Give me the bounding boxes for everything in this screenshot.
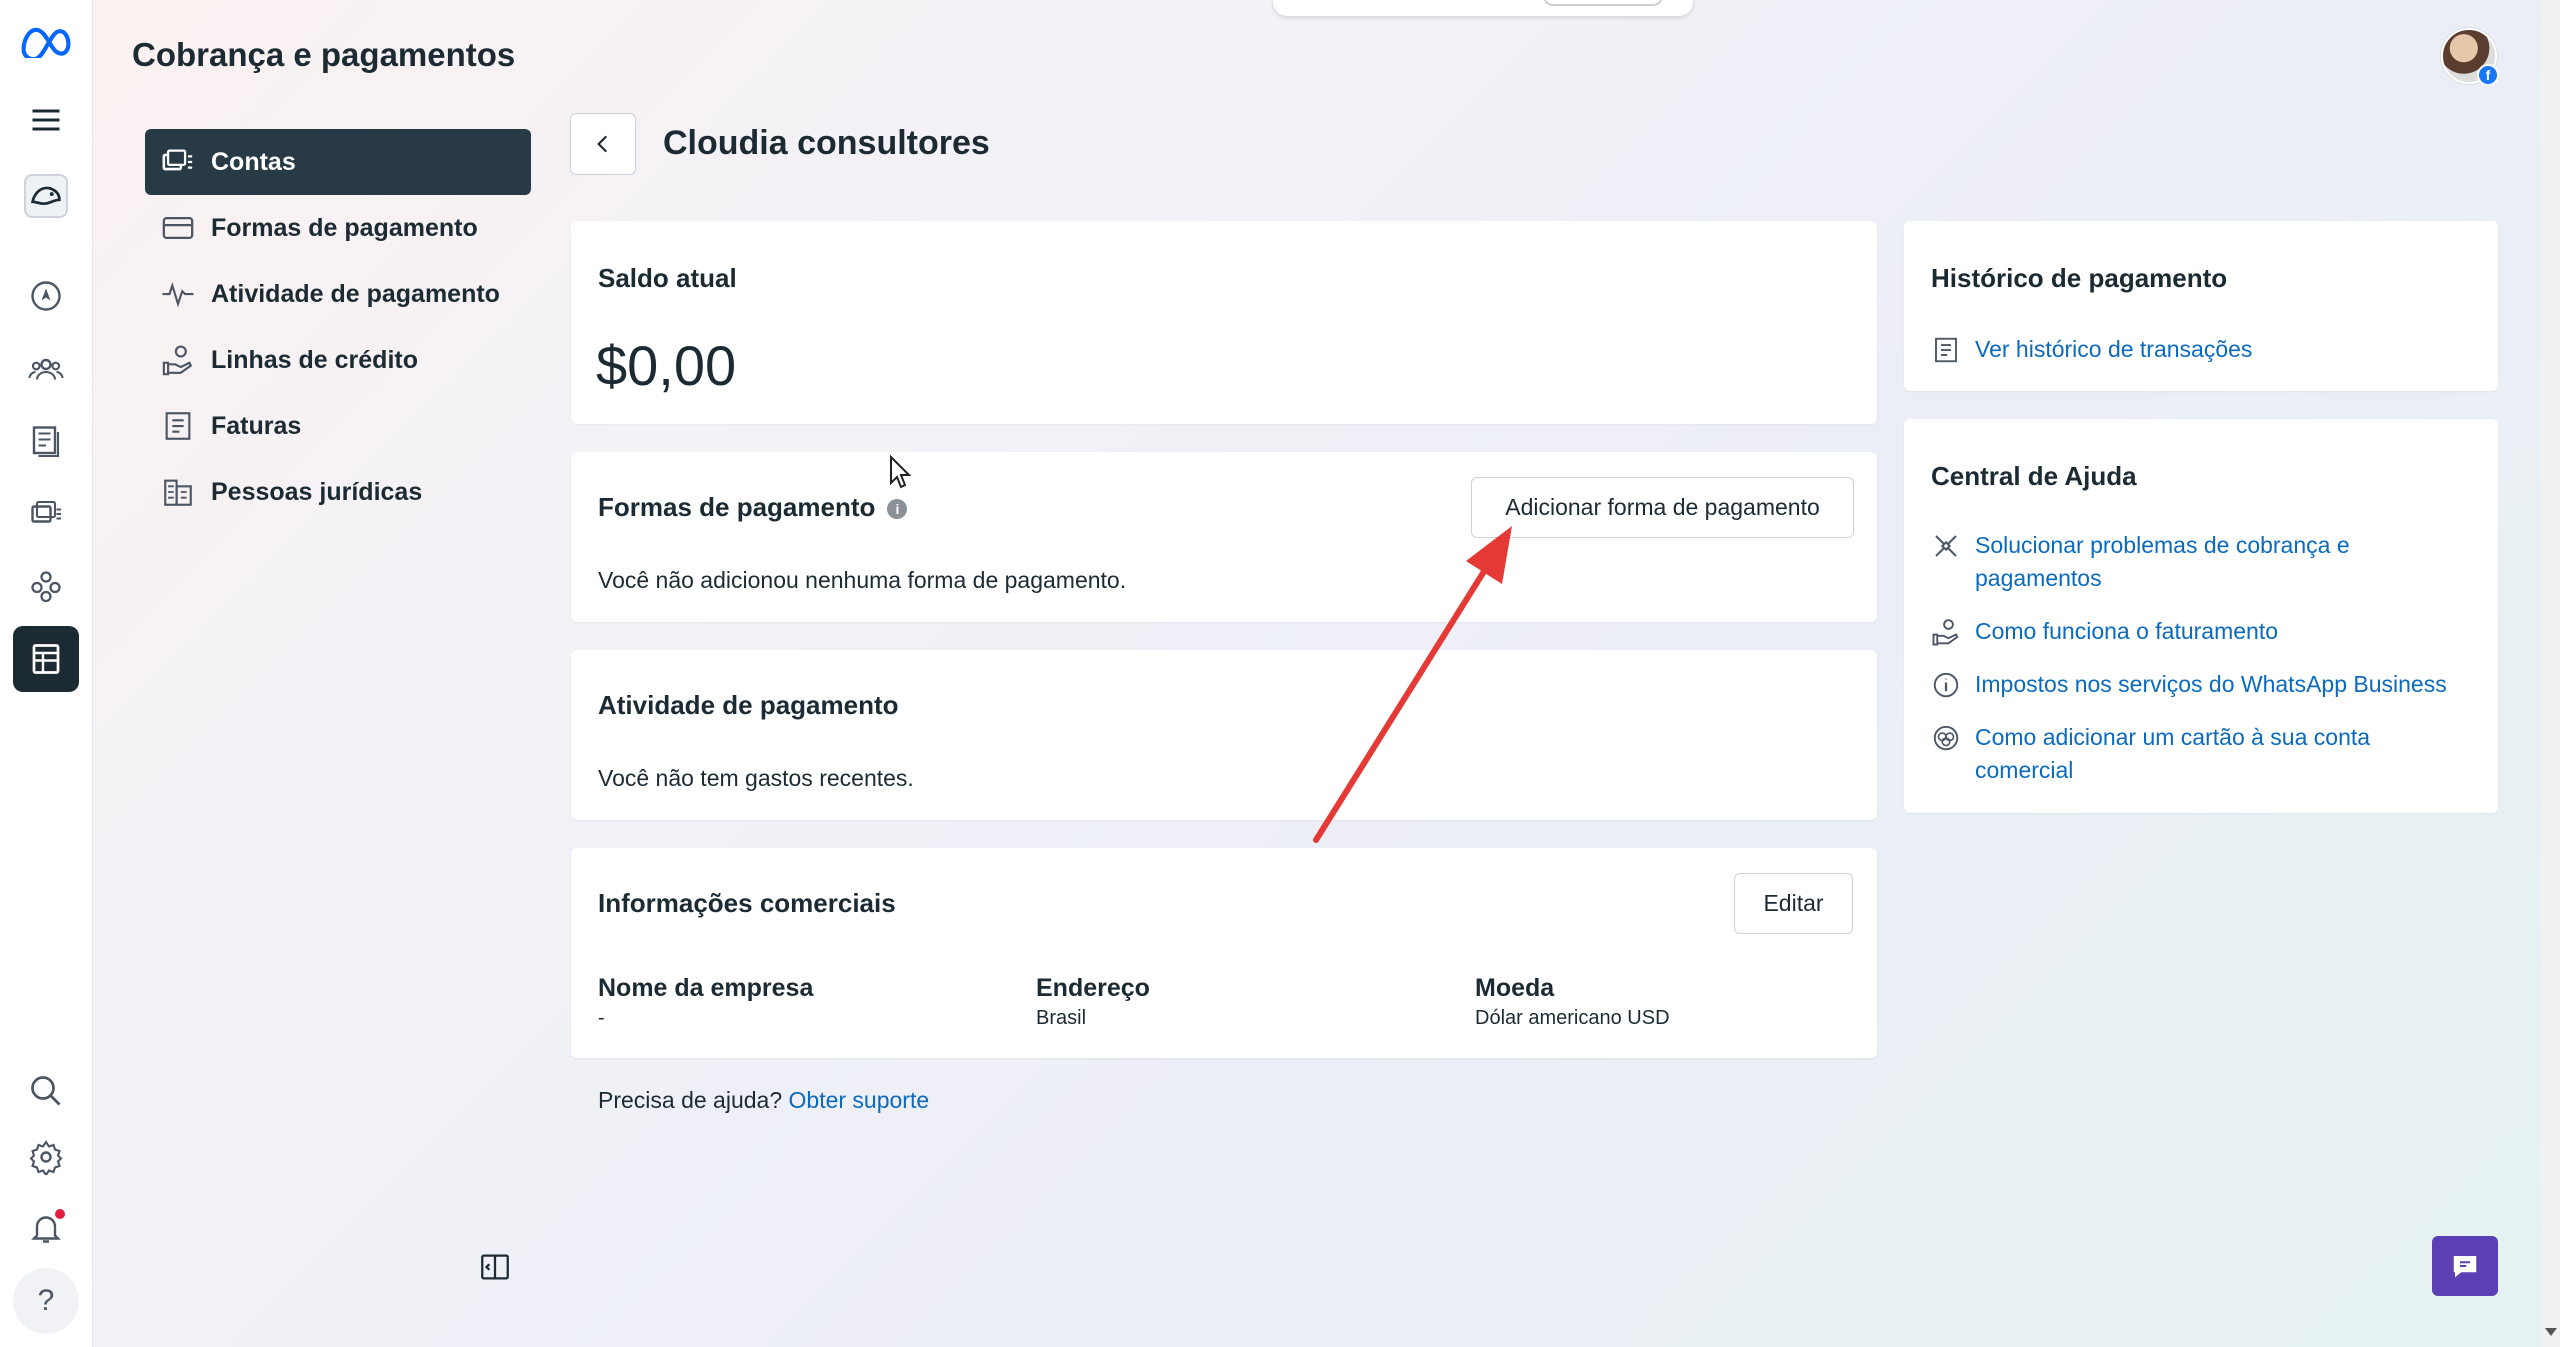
card-icon (162, 216, 194, 240)
subnav-label: Linhas de crédito (211, 345, 418, 374)
scroll-down-arrow-icon[interactable] (2545, 1328, 2557, 1336)
activity-icon (162, 282, 194, 308)
subnav-label: Contas (211, 147, 296, 176)
subnav-label: Faturas (211, 411, 302, 440)
menu-icon[interactable] (13, 87, 79, 153)
user-avatar[interactable]: f (2441, 28, 2499, 86)
business-field-address: Endereço Brasil (1036, 974, 1150, 1030)
search-icon[interactable] (13, 1058, 79, 1124)
compass-icon[interactable] (13, 263, 79, 329)
billing-subnav: Contas Formas de pagamento Atividade de … (145, 129, 531, 525)
business-info-title: Informações comerciais (598, 888, 896, 918)
receipt-icon (1935, 337, 1957, 363)
field-label: Moeda (1475, 974, 1555, 1002)
subnav-label: Formas de pagamento (211, 213, 478, 242)
payment-activity-title: Atividade de pagamento (598, 690, 899, 720)
help-links-list: Solucionar problemas de cobrança e pagam… (1931, 529, 2471, 787)
billing-icon[interactable] (13, 626, 79, 692)
support-link[interactable]: Obter suporte (789, 1087, 930, 1113)
balance-amount: $0,00 (596, 334, 737, 397)
payment-history-card: Histórico de pagamento Ver histórico de … (1904, 221, 2498, 391)
payment-activity-empty-text: Você não tem gastos recentes. (598, 765, 914, 791)
field-label: Nome da empresa (598, 974, 814, 1002)
brand-avatar-icon[interactable] (13, 163, 79, 229)
help-center-title: Central de Ajuda (1931, 461, 2137, 491)
subnav-item-pessoas-juridicas[interactable]: Pessoas jurídicas (145, 459, 531, 525)
credit-line-icon (162, 345, 193, 376)
card-circle-icon (1933, 725, 1959, 751)
building-icon (164, 479, 192, 506)
field-value: Brasil (1036, 1007, 1087, 1029)
help-link-label[interactable]: Impostos nos serviços do WhatsApp Busine… (1975, 668, 2447, 701)
chat-support-button[interactable] (2432, 1236, 2498, 1296)
subnav-item-faturas[interactable]: Faturas (145, 393, 531, 459)
notifications-icon[interactable] (13, 1195, 79, 1261)
help-link-label[interactable]: Como adicionar um cartão à sua conta com… (1975, 721, 2471, 787)
payment-history-title: Histórico de pagamento (1931, 263, 2228, 293)
add-payment-method-button[interactable]: Adicionar forma de pagamento (1471, 477, 1854, 538)
settings-icon[interactable] (13, 1124, 79, 1190)
subnav-item-linhas-credito[interactable]: Linhas de crédito (145, 327, 531, 393)
payment-methods-title-row: Formas de pagamento i (598, 492, 908, 523)
support-line: Precisa de ajuda? Obter suporte (598, 1087, 929, 1114)
pages-icon[interactable] (13, 408, 79, 474)
edit-button[interactable]: Editar (1734, 873, 1853, 934)
transaction-history-link[interactable]: Ver histórico de transações (1975, 333, 2252, 366)
facebook-badge-icon: f (2477, 64, 2499, 86)
info-icon[interactable]: i (887, 499, 908, 520)
chevron-left-icon (597, 135, 608, 153)
help-icon[interactable]: ? (13, 1268, 79, 1334)
transaction-history-link-row[interactable]: Ver histórico de transações (1931, 333, 2252, 366)
help-link-add-card[interactable]: Como adicionar um cartão à sua conta com… (1931, 721, 2471, 787)
help-link-billing[interactable]: Como funciona o faturamento (1931, 615, 2471, 648)
subnav-label: Atividade de pagamento (211, 279, 500, 308)
accounts-icon (162, 149, 193, 171)
field-value: - (598, 1007, 605, 1029)
help-link-label[interactable]: Solucionar problemas de cobrança e pagam… (1975, 529, 2471, 595)
payment-methods-empty-text: Você não adicionou nenhuma forma de paga… (598, 567, 1127, 593)
payment-methods-card: Formas de pagamento i Adicionar forma de … (571, 452, 1877, 622)
integrations-icon[interactable] (13, 553, 79, 619)
help-link-taxes[interactable]: Impostos nos serviços do WhatsApp Busine… (1931, 668, 2471, 701)
notification-badge (55, 1209, 65, 1219)
payment-activity-card: Atividade de pagamento Você não tem gast… (571, 650, 1877, 820)
help-link-label[interactable]: Como funciona o faturamento (1975, 615, 2278, 648)
page-scrollbar[interactable] (2541, 0, 2560, 1347)
business-info-card: Informações comerciais Editar Nome da em… (571, 848, 1877, 1058)
back-button[interactable] (570, 113, 636, 175)
field-value: Dólar americano USD (1475, 1007, 1670, 1029)
billing-hand-icon (1932, 619, 1959, 646)
subnav-item-atividade[interactable]: Atividade de pagamento (145, 261, 531, 327)
account-name: Cloudia consultores (663, 124, 990, 162)
subnav-label: Pessoas jurídicas (211, 477, 423, 506)
info-circle-icon (1933, 672, 1959, 698)
support-question: Precisa de ajuda? (598, 1087, 783, 1113)
meta-logo-icon[interactable] (13, 8, 79, 74)
top-overlay-tab (1273, 0, 1693, 16)
people-icon[interactable] (13, 336, 79, 402)
left-rail: ? (0, 0, 93, 1347)
payment-methods-title: Formas de pagamento (598, 492, 876, 522)
tools-icon (1935, 535, 1957, 557)
invoice-icon (165, 412, 191, 440)
accounts-icon[interactable] (13, 481, 79, 547)
business-field-company: Nome da empresa - (598, 974, 813, 1030)
help-link-troubleshoot[interactable]: Solucionar problemas de cobrança e pagam… (1931, 529, 2471, 595)
subnav-item-formas-pagamento[interactable]: Formas de pagamento (145, 195, 531, 261)
collapse-sidebar-icon[interactable] (478, 1250, 512, 1284)
balance-title: Saldo atual (598, 263, 737, 293)
mouse-cursor-icon (889, 454, 913, 494)
chat-icon (2453, 1256, 2477, 1278)
business-field-currency: Moeda Dólar americano USD (1475, 974, 1670, 1030)
page-title: Cobrança e pagamentos (132, 36, 516, 73)
field-label: Endereço (1036, 974, 1150, 1002)
subnav-item-contas[interactable]: Contas (145, 129, 531, 195)
help-center-card: Central de Ajuda Solucionar problemas de… (1904, 419, 2498, 813)
balance-card: Saldo atual $0,00 (571, 221, 1877, 424)
